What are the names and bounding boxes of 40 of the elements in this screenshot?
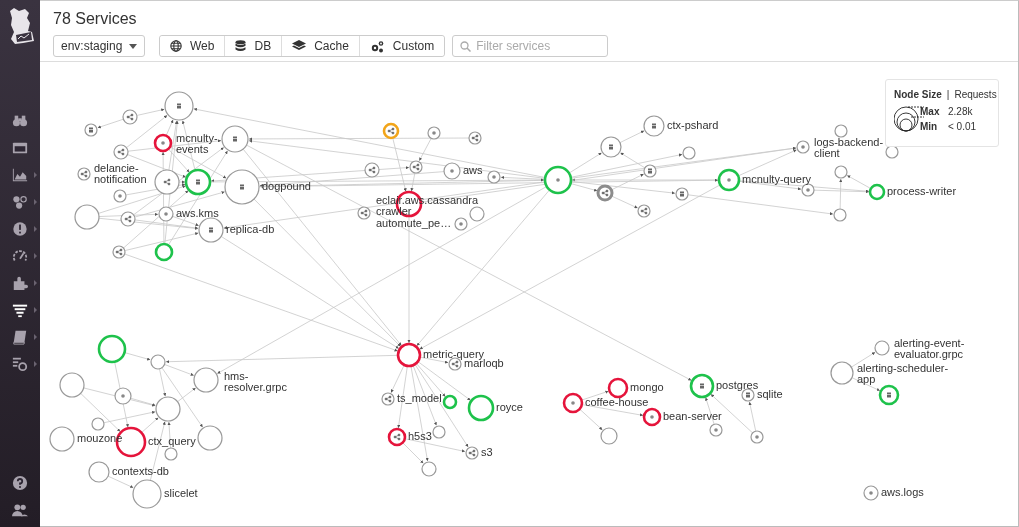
service-label: s3 [481, 447, 493, 458]
service-label: mcnulty-events [176, 133, 219, 155]
service-label: dogpound [262, 181, 311, 192]
legend-max-label: Max [920, 106, 941, 118]
service-label: metric-query [423, 349, 485, 360]
service-label: ctx-pshard [667, 120, 719, 131]
service-label: mcnulty-query [742, 174, 812, 185]
service-label: marloqb [464, 358, 504, 369]
service-label: hms-resolver.grpc [224, 371, 288, 393]
service-label: contexts-db [112, 466, 169, 477]
service-label: alerting-event-evaluator.grpc [894, 338, 966, 360]
service-label: bean-server [663, 411, 722, 422]
service-label: process-writer [887, 186, 957, 197]
legend-min-value: < 0.01 [948, 120, 978, 132]
service-label: mongo [630, 382, 664, 393]
service-label: h5s3 [408, 431, 432, 442]
service-label: aws.logs [881, 487, 924, 498]
service-label: royce [496, 402, 523, 413]
service-label: ctx_query [148, 436, 196, 447]
legend-separator: | [946, 89, 950, 100]
filter-button[interactable]: Custom [358, 36, 445, 56]
search-field[interactable]: Filter services [452, 35, 609, 57]
service-label: postgres [716, 380, 759, 391]
legend-min-label: Min [920, 120, 939, 132]
legend-title: Node Size [894, 89, 942, 100]
legend-max-value: 2.28k [948, 106, 974, 118]
service-label: alerting-scheduler-app [857, 363, 950, 385]
legend-metric: Requests [954, 89, 997, 100]
service-label: logs-backend-client [814, 137, 885, 159]
service-label: aws.kms [176, 208, 219, 219]
environment-dropdown[interactable]: env:staging [53, 35, 145, 57]
service-label: slicelet [164, 488, 198, 499]
service-label: ts_model [397, 393, 442, 404]
service-label: delancie-notification [94, 163, 148, 185]
service-label: coffee-house [585, 397, 649, 408]
service-label: sqlite [757, 389, 783, 400]
page-title: 78 Services [53, 10, 137, 28]
service-label: replica-db [226, 224, 275, 235]
service-label: automute_pe… [376, 218, 452, 229]
service-label: aws [463, 165, 483, 176]
